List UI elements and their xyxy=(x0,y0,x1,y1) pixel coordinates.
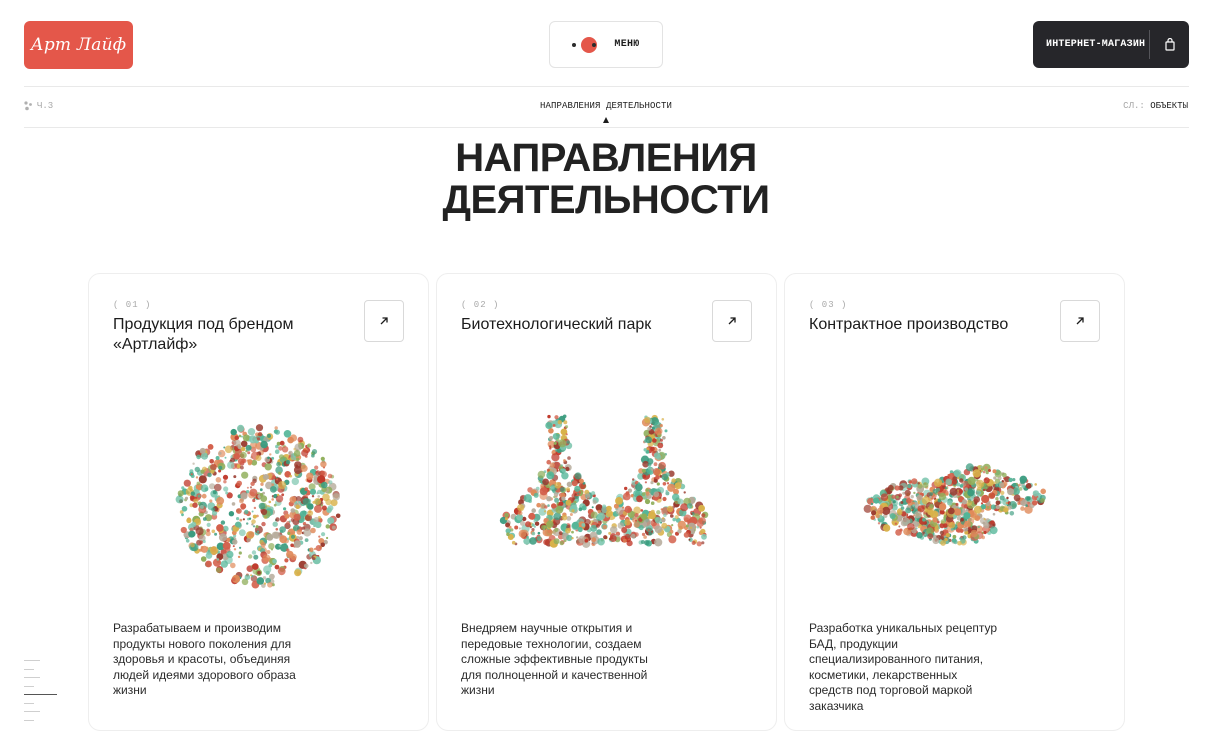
menu-dots-icon xyxy=(572,36,602,54)
arrow-up-right-icon xyxy=(728,317,736,325)
next-section-link[interactable]: СЛ.: ОБЪЕКТЫ xyxy=(1123,101,1188,111)
caret-up-icon xyxy=(603,117,609,123)
cloud-shape-illustration xyxy=(863,463,1046,546)
menu-label: МЕНЮ xyxy=(614,39,640,50)
page-title: НАПРАВЛЕНИЯ ДЕЯТЕЛЬНОСТИ xyxy=(442,136,770,222)
direction-card[interactable]: ( 03 ) Контрактное производство Разработ… xyxy=(784,273,1125,731)
card-description: Разработка уникальных рецептур БАД, прод… xyxy=(809,621,998,713)
direction-card[interactable]: ( 02 ) Биотехнологический парк Внедряем … xyxy=(436,273,777,731)
menu-button[interactable]: МЕНЮ xyxy=(549,21,663,68)
open-card-button[interactable] xyxy=(712,300,752,342)
arrow-up-right-icon xyxy=(380,317,388,325)
shopping-bag-icon xyxy=(1150,38,1189,51)
logo-text: Арт Лайф xyxy=(30,35,127,55)
card-title: Биотехнологический парк xyxy=(461,316,652,333)
card-number: ( 02 ) xyxy=(461,300,500,310)
breadcrumb-current[interactable]: НАПРАВЛЕНИЯ ДЕЯТЕЛЬНОСТИ xyxy=(506,101,706,111)
open-card-button[interactable] xyxy=(1060,300,1100,342)
next-section-label: ОБЪЕКТЫ xyxy=(1150,101,1188,111)
brand-logo[interactable]: Арт Лайф xyxy=(24,21,133,69)
next-prefix: СЛ.: xyxy=(1123,101,1145,111)
divider xyxy=(24,86,1189,87)
card-number: ( 03 ) xyxy=(809,300,848,310)
card-description: Внедряем научные открытия и передовые те… xyxy=(461,621,648,697)
arrow-up-right-icon xyxy=(1076,317,1084,325)
card-title: Контрактное производство xyxy=(809,316,1009,333)
section-part-label: Ч.3 xyxy=(37,101,54,111)
scroll-progress-indicator[interactable] xyxy=(24,660,58,728)
open-card-button[interactable] xyxy=(364,300,404,342)
card-title: Продукция под брендом «Артлайф» xyxy=(113,316,294,353)
dots-icon xyxy=(24,101,32,111)
sliced-circle-illustration xyxy=(175,424,341,589)
online-shop-label: ИНТЕРНЕТ-МАГАЗИН xyxy=(1046,39,1146,50)
card-description: Разрабатываем и производим продукты ново… xyxy=(113,621,296,697)
online-shop-button[interactable]: ИНТЕРНЕТ-МАГАЗИН xyxy=(1033,21,1189,68)
section-indicator: Ч.3 xyxy=(24,101,53,111)
lab-flasks-illustration xyxy=(499,414,709,548)
direction-card[interactable]: ( 01 ) Продукция под брендом «Артлайф» Р… xyxy=(88,273,429,731)
divider xyxy=(24,127,1189,128)
card-number: ( 01 ) xyxy=(113,300,152,310)
